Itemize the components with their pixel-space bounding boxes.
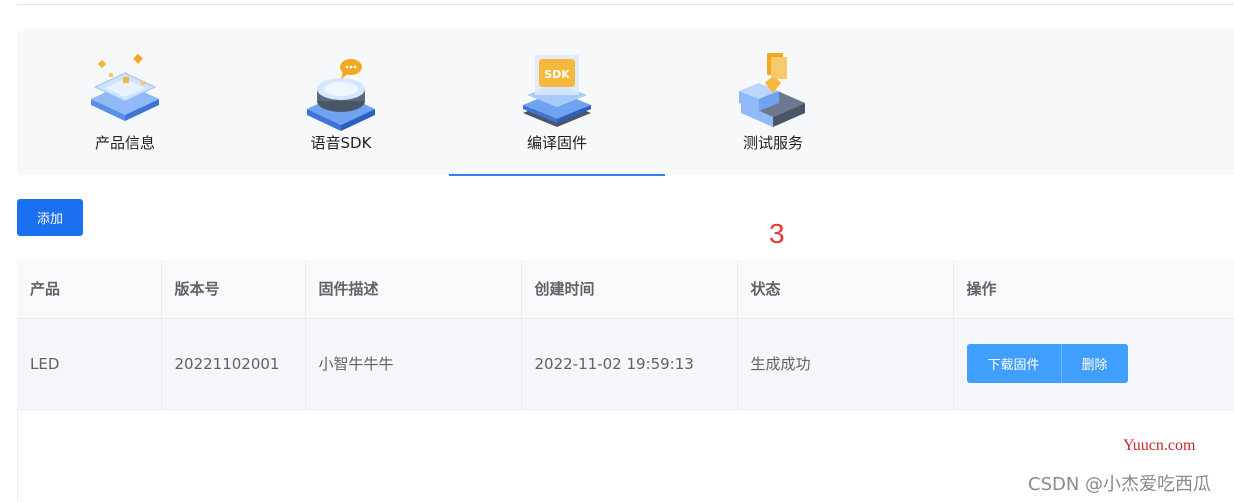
active-tab-underline [449,174,665,176]
add-button[interactable]: 添加 [17,199,83,236]
download-firmware-button[interactable]: 下载固件 [966,344,1062,383]
step-tab-test-service[interactable]: 测试服务 [665,29,881,175]
delete-button[interactable]: 删除 [1061,344,1128,383]
step-tab-compile-firmware[interactable]: SDK 编译固件 [449,29,665,176]
site-watermark: Yuucn.com [1123,437,1196,454]
cell-created-at: 2022-11-02 19:59:13 [521,318,738,410]
step-label: 产品信息 [94,134,155,152]
top-divider [17,4,1234,5]
column-header-description: 固件描述 [305,260,522,319]
product-info-icon [83,49,167,133]
voice-sdk-icon [299,49,383,133]
cell-product: LED [17,318,162,410]
step-label: 测试服务 [742,134,803,152]
step-label: 语音SDK [310,134,372,152]
table-header-row: 产品 版本号 固件描述 创建时间 状态 操作 [17,260,1234,319]
step-tab-product-info[interactable]: 产品信息 [17,29,233,175]
column-header-product: 产品 [17,260,162,319]
column-header-version: 版本号 [161,260,306,319]
action-button-group: 下载固件 删除 [966,344,1128,383]
sdk-badge-text: SDK [544,68,570,81]
cell-actions: 下载固件 删除 [953,318,1234,410]
table-row: LED 20221102001 小智牛牛牛 2022-11-02 19:59:1… [17,318,1234,410]
column-header-status: 状态 [737,260,954,319]
column-header-actions: 操作 [953,260,1234,319]
cell-description: 小智牛牛牛 [305,318,522,410]
test-service-icon [731,49,815,133]
column-header-created-at: 创建时间 [521,260,738,319]
step-label: 编译固件 [526,134,587,152]
cell-status: 生成成功 [737,318,954,410]
csdn-watermark: CSDN @小杰爱吃西瓜 [1028,474,1212,495]
step-tabs: 产品信息 语音SDK SDK 编译固件 测试服务 [17,29,1234,176]
firmware-table: 产品 版本号 固件描述 创建时间 状态 操作 LED 20221102001 小… [17,260,1234,410]
compile-firmware-icon: SDK [515,49,599,133]
cell-version: 20221102001 [161,318,306,410]
annotation-number: 3 [769,218,785,249]
step-tab-voice-sdk[interactable]: 语音SDK [233,29,449,175]
